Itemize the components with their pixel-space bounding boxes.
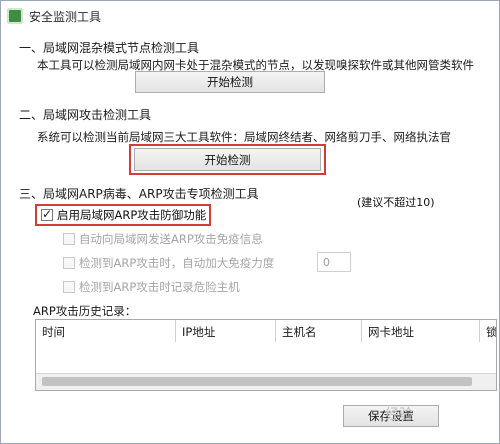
section3-title: 三、局域网ARP病毒、ARP攻击专项检测工具: [19, 187, 259, 201]
window-title: 安全监测工具: [29, 10, 102, 24]
enable-arp-defense-label[interactable]: 启用局域网ARP攻击防御功能: [57, 207, 206, 223]
record-host-checkbox[interactable]: [63, 281, 75, 293]
increase-immunity-label[interactable]: 检测到ARP攻击时，自动加大免疫力度: [79, 255, 274, 271]
column-hostname[interactable]: 主机名: [276, 320, 362, 342]
immunity-level-spinner[interactable]: 0: [317, 252, 351, 272]
promiscuous-detect-button[interactable]: 开始检测: [135, 71, 325, 93]
history-label: ARP攻击历史记录：: [33, 304, 137, 318]
column-time[interactable]: 时间: [36, 320, 176, 342]
section2-title: 二、局域网攻击检测工具: [19, 108, 152, 122]
security-monitor-window: 安全监测工具 一、局域网混杂模式节点检测工具 本工具可以检测局域网内网卡处于混杂…: [0, 0, 500, 444]
auto-send-immunity-checkbox[interactable]: [63, 233, 75, 245]
column-ip[interactable]: IP地址: [176, 320, 276, 342]
watermark-text: 经验: [385, 407, 413, 423]
horizontal-scrollbar[interactable]: [36, 373, 496, 390]
column-mac[interactable]: 网卡地址: [362, 320, 480, 342]
scrollbar-thumb[interactable]: [42, 377, 472, 386]
app-shield-icon: [7, 8, 23, 24]
threshold-hint: (建议不超过10): [357, 196, 435, 209]
section1-title: 一、局域网混杂模式节点检测工具: [19, 41, 200, 55]
title-bar: 安全监测工具: [1, 1, 499, 31]
auto-send-immunity-label[interactable]: 自动向局域网发送ARP攻击免疫信息: [79, 231, 263, 247]
attack-detect-button[interactable]: 开始检测: [134, 148, 321, 171]
column-lock[interactable]: 锁: [480, 320, 496, 342]
section2-desc: 系统可以检测当前局域网三大工具软件：局域网终结者、网络剪刀手、网络执法官: [37, 130, 451, 144]
arp-history-table[interactable]: 时间 IP地址 主机名 网卡地址 锁: [35, 319, 497, 391]
enable-arp-defense-checkbox[interactable]: [41, 207, 53, 221]
increase-immunity-checkbox[interactable]: [63, 257, 75, 269]
record-host-label[interactable]: 检测到ARP攻击时记录危险主机: [79, 279, 240, 295]
